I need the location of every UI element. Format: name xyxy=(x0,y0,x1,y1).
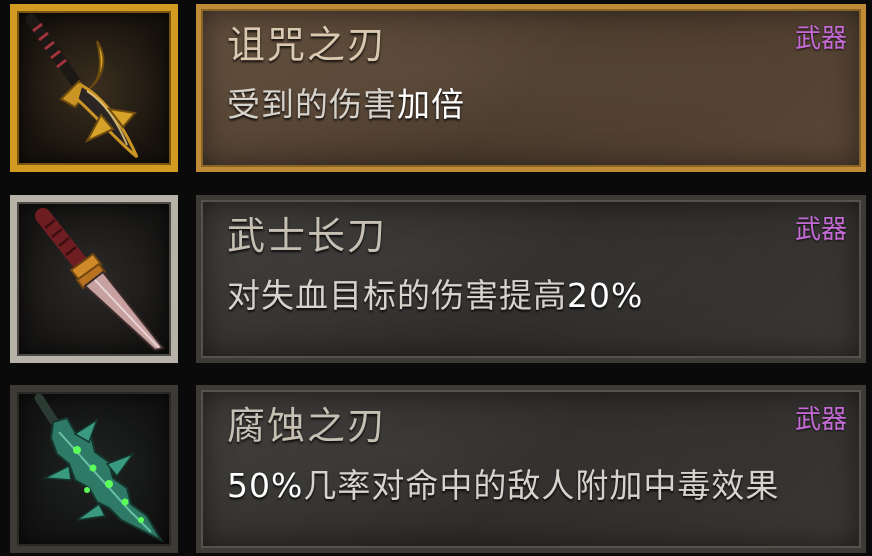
weapon-row-cursed-blade[interactable]: 诅咒之刃 武器 受到的伤害加倍 xyxy=(0,2,872,174)
cursed-golden-blade-icon xyxy=(25,13,139,159)
corrosive-jade-blade-icon xyxy=(34,393,164,543)
weapon-name: 诅咒之刃 xyxy=(227,23,388,67)
weapon-type-label: 武器 xyxy=(794,24,847,54)
weapon-description: 对失血目标的伤害提高20% xyxy=(227,274,643,318)
weapon-description: 50%几率对命中的敌人附加中毒效果 xyxy=(227,464,779,508)
description-highlight: 20% xyxy=(567,276,644,315)
weapon-icon-slot[interactable] xyxy=(10,195,178,363)
weapon-type-label: 武器 xyxy=(794,405,847,435)
description-suffix: 几率对命中的敌人附加中毒效果 xyxy=(303,466,780,505)
description-text: 对失血目标的伤害提高 xyxy=(227,276,567,315)
weapon-icon-slot[interactable] xyxy=(10,4,178,172)
weapon-name: 腐蚀之刃 xyxy=(227,404,388,448)
description-text: 受到的伤害 xyxy=(227,85,397,124)
weapon-description: 受到的伤害加倍 xyxy=(227,83,465,127)
description-highlight: 50% xyxy=(227,466,304,505)
weapon-name: 武士长刀 xyxy=(227,214,388,258)
weapon-row-katana[interactable]: 武士长刀 武器 对失血目标的伤害提高20% xyxy=(0,193,872,365)
weapon-row-corrosive-blade[interactable]: 腐蚀之刃 武器 50%几率对命中的敌人附加中毒效果 xyxy=(0,383,872,555)
weapon-card[interactable]: 诅咒之刃 武器 受到的伤害加倍 xyxy=(196,4,866,172)
katana-icon xyxy=(35,208,165,352)
weapon-type-label: 武器 xyxy=(794,215,847,245)
weapon-card[interactable]: 腐蚀之刃 武器 50%几率对命中的敌人附加中毒效果 xyxy=(196,385,866,553)
description-highlight: 加倍 xyxy=(397,85,465,124)
weapon-list: 诅咒之刃 武器 受到的伤害加倍 武士长刀 武器 对失血目标的伤害提高20% 腐蚀… xyxy=(0,0,872,556)
weapon-card[interactable]: 武士长刀 武器 对失血目标的伤害提高20% xyxy=(196,195,866,363)
weapon-icon-slot[interactable] xyxy=(10,385,178,553)
